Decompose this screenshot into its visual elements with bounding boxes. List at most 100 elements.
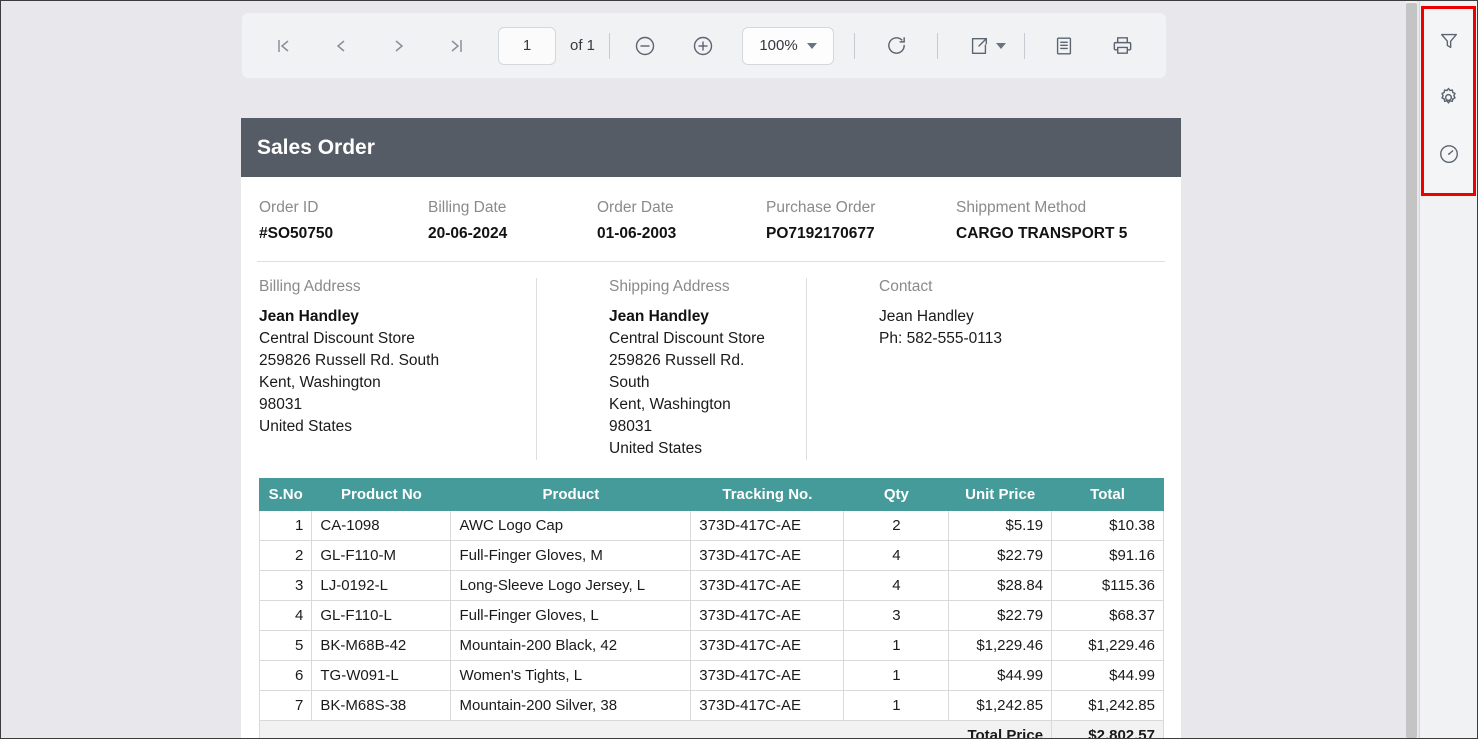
shipping-address-name: Jean Handley [609,308,709,325]
cell-product: Mountain-200 Black, 42 [450,630,692,661]
cell-sno: 4 [258,600,313,631]
last-page-icon[interactable] [436,25,478,67]
address-line: 98031 [259,396,303,413]
cell-sno: 7 [258,690,313,721]
column-header-product-no: Product No [311,478,452,511]
address-row: Billing Address Jean Handley Central Dis… [257,262,1165,466]
cell-product-no: GL-F110-L [311,600,452,631]
gauge-icon[interactable] [1424,128,1473,180]
cell-tracking: 373D-417C-AE [690,630,845,661]
column-header-sno: S.No [258,478,313,511]
toolbar-divider [1024,32,1026,59]
cell-tracking: 373D-417C-AE [690,540,845,571]
table-row: 3 LJ-0192-L Long-Sleeve Logo Jersey, L 373D… [258,570,1164,601]
cell-total: $91.16 [1051,540,1164,571]
address-line: United States [259,418,353,435]
page-title: Sales Order [257,135,375,159]
table-row: 6 TG-W091-L Women's Tights, L 373D-417C-AE 1… [258,660,1164,691]
meta-label: Shippment Method [956,199,1087,216]
table-row: 4 GL-F110-L Full-Finger Gloves, L 373D-417C… [258,600,1164,631]
meta-label: Order Date [597,199,674,216]
cell-unit-price: $1,229.46 [948,630,1053,661]
cell-total: $115.36 [1051,570,1164,601]
cell-product-no: GL-F110-M [311,540,452,571]
column-header-qty: Qty [843,478,950,511]
cell-product: Long-Sleeve Logo Jersey, L [450,570,692,601]
zoom-out-icon[interactable] [624,25,666,67]
contact-phone: Ph: 582-555-0113 [879,330,1002,347]
meta-field-order-date: Order Date 01-06-2003 [597,199,766,243]
total-price-value: $2,802.57 [1051,720,1164,738]
cell-sno: 6 [258,660,313,691]
billing-address-name: Jean Handley [259,308,359,325]
meta-value: PO7192170677 [766,225,875,242]
page-total-label: of 1 [570,37,596,54]
previous-page-icon[interactable] [320,25,362,67]
cell-product: Women's Tights, L [450,660,692,691]
next-page-icon[interactable] [378,25,420,67]
meta-label: Billing Date [428,199,507,216]
chevron-down-icon [806,42,817,49]
cell-tracking: 373D-417C-AE [690,600,845,631]
report-page: Sales Order Order ID #SO50750 Billing Da… [241,118,1181,738]
cell-qty: 1 [843,690,950,721]
cell-product: Full-Finger Gloves, M [450,540,692,571]
meta-value: #SO50750 [259,225,334,242]
export-chevron-down-icon[interactable] [996,42,1007,49]
order-meta-row: Order ID #SO50750 Billing Date 20-06-202… [257,177,1165,262]
address-line: Kent, Washington [259,374,381,391]
address-line: Kent, Washington [609,396,731,413]
cell-unit-price: $1,242.85 [948,690,1053,721]
cell-product-no: LJ-0192-L [311,570,452,601]
address-line: 98031 [609,418,653,435]
zoom-level-select[interactable]: 100% [742,26,835,65]
line-items-table: S.No Product No Product Tracking No. Qty… [258,478,1164,738]
cell-product-no: BK-M68B-42 [311,630,452,661]
refresh-icon[interactable] [875,25,917,67]
column-header-total: Total [1051,478,1164,511]
cell-unit-price: $5.19 [948,510,1053,541]
gear-icon[interactable] [1424,71,1473,123]
filter-icon[interactable] [1424,15,1473,67]
column-header-tracking-no: Tracking No. [690,478,845,511]
address-line: United States [609,440,703,457]
column-header-product: Product [450,478,692,511]
document-map-icon[interactable] [1043,25,1085,67]
meta-label: Order ID [259,199,319,216]
print-icon[interactable] [1101,25,1143,67]
toolbar-divider [937,32,939,59]
cell-tracking: 373D-417C-AE [690,660,845,691]
address-line: Central Discount Store [609,330,765,347]
address-line: 259826 Russell Rd. South [609,352,745,391]
meta-value: 20-06-2024 [428,225,508,242]
billing-address-label: Billing Address [259,278,361,295]
app-window: 1 of 1 100% Sales Order Order ID #SO5075… [0,0,1478,739]
tool-panel-highlight [1421,6,1476,196]
cell-qty: 3 [843,600,950,631]
cell-sno: 3 [258,570,313,601]
export-icon[interactable] [958,25,1000,67]
first-page-icon[interactable] [262,25,304,67]
document-title-bar: Sales Order [241,118,1181,177]
meta-value: 01-06-2003 [597,225,677,242]
cell-qty: 4 [843,570,950,601]
page-number-input[interactable]: 1 [498,26,556,65]
table-row: 7 BK-M68S-38 Mountain-200 Silver, 38 373D-4… [258,690,1164,721]
toolbar-divider [609,32,611,59]
vertical-scrollbar-thumb[interactable] [1406,3,1417,738]
zoom-in-icon[interactable] [682,25,724,67]
contact-name: Jean Handley [879,308,974,325]
meta-field-purchase-order: Purchase Order PO7192170677 [766,199,956,243]
cell-qty: 4 [843,540,950,571]
page-number-value: 1 [522,37,532,54]
cell-total: $1,229.46 [1051,630,1164,661]
contact-block: Contact Jean Handley Ph: 582-555-0113 [807,278,1165,460]
cell-total: $68.37 [1051,600,1164,631]
cell-sno: 5 [258,630,313,661]
meta-field-shipment-method: Shippment Method CARGO TRANSPORT 5 [956,199,1146,243]
shipping-address-block: Shipping Address Jean Handley Central Di… [537,278,807,460]
billing-address-block: Billing Address Jean Handley Central Dis… [259,278,537,460]
cell-qty: 1 [843,660,950,691]
table-row: 1 CA-1098 AWC Logo Cap 373D-417C-AE 2 $5.19 $1… [258,510,1164,541]
cell-total: $10.38 [1051,510,1164,541]
